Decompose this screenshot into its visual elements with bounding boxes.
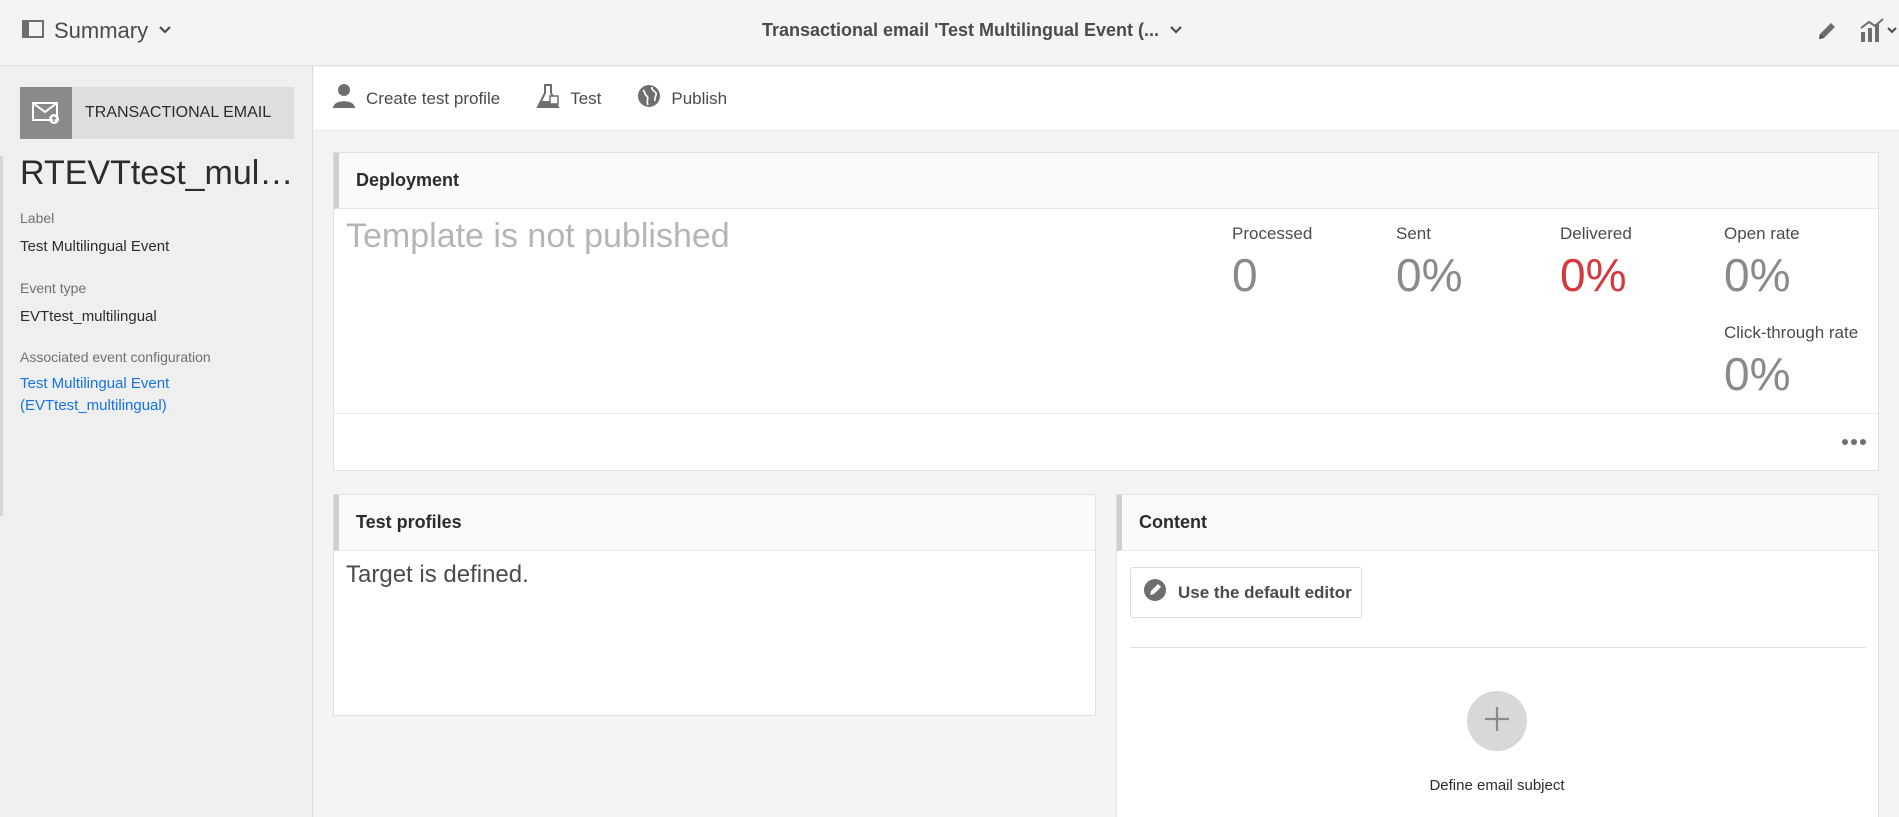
test-profiles-header: Test profiles [334, 495, 1095, 551]
metric-open-rate: Open rate 0% [1724, 224, 1800, 302]
metric-sent-value: 0% [1396, 249, 1463, 301]
plus-icon [1483, 705, 1511, 738]
deployment-title: Deployment [356, 170, 460, 190]
label-value: Test Multilingual Event [20, 238, 170, 255]
metric-open-rate-value: 0% [1724, 249, 1791, 301]
metric-processed: Processed 0 [1232, 224, 1312, 302]
record-name: RTEVTtest_multilingual [20, 154, 295, 192]
test-profiles-body: Target is defined. [346, 561, 529, 588]
transactional-email-icon [20, 87, 72, 139]
metric-delivered-label: Delivered [1560, 224, 1632, 243]
test-profiles-card: Test profiles Target is defined. [333, 494, 1096, 716]
metric-open-rate-label: Open rate [1724, 224, 1800, 243]
type-label: TRANSACTIONAL EMAIL [85, 104, 272, 121]
pencil-icon[interactable] [1815, 19, 1839, 43]
pencil-circle-icon [1143, 578, 1167, 607]
chevron-down-icon [158, 22, 172, 40]
report-chart-icon[interactable] [1859, 18, 1899, 44]
deployment-status: Template is not published [346, 217, 730, 255]
assoc-config-key: Associated event configuration [20, 349, 211, 365]
summary-label: Summary [54, 18, 149, 43]
flask-icon [536, 83, 560, 114]
define-email-subject-link[interactable]: Define email subject [1397, 777, 1597, 794]
deployment-divider [334, 413, 1878, 414]
publish-label: Publish [671, 88, 728, 108]
assoc-config-link[interactable]: Test Multilingual Event (EVTtest_multili… [20, 373, 211, 417]
label-key: Label [20, 210, 55, 226]
metric-click-through-rate: Click-through rate 0% [1724, 323, 1858, 401]
summary-dropdown[interactable]: Summary [22, 18, 172, 44]
use-default-editor-button[interactable]: Use the default editor [1130, 567, 1362, 618]
content-title: Content [1139, 512, 1207, 532]
type-badge: TRANSACTIONAL EMAIL [20, 87, 294, 139]
sidebar-toggle-icon [22, 19, 44, 43]
assoc-config-link-line1: Test Multilingual Event [20, 375, 170, 392]
metric-sent: Sent 0% [1396, 224, 1462, 302]
content-card: Content Use the default editor Define em… [1116, 494, 1879, 817]
chevron-down-icon [1169, 22, 1183, 40]
metric-processed-label: Processed [1232, 224, 1313, 243]
publish-button[interactable]: Publish [637, 84, 727, 113]
create-test-profile-button[interactable]: Create test profile [332, 83, 500, 114]
content-divider [1130, 647, 1866, 648]
top-bar: Summary Transactional email 'Test Multil… [0, 0, 1899, 66]
use-default-editor-label: Use the default editor [1178, 582, 1352, 602]
create-test-profile-label: Create test profile [366, 88, 501, 108]
content-header: Content [1117, 495, 1878, 551]
test-profiles-title: Test profiles [356, 512, 462, 532]
action-bar: Create test profile Test Publish [314, 67, 1899, 131]
metric-delivered: Delivered 0% [1560, 224, 1632, 302]
event-type-field: Event type EVTtest_multilingual [20, 280, 157, 325]
globe-icon [637, 84, 661, 113]
deployment-header: Deployment [334, 153, 1878, 209]
event-type-key: Event type [20, 280, 87, 296]
assoc-config-link-line2: (EVTtest_multilingual) [20, 397, 167, 414]
metric-processed-value: 0 [1232, 249, 1258, 301]
event-type-value: EVTtest_multilingual [20, 308, 157, 325]
test-label: Test [570, 88, 602, 108]
top-right-tools [1815, 18, 1899, 44]
metric-ctr-label: Click-through rate [1724, 323, 1859, 342]
metric-ctr-value: 0% [1724, 348, 1791, 400]
sidebar-edge [0, 156, 3, 516]
page-title-dropdown[interactable]: Transactional email 'Test Multilingual E… [762, 20, 1183, 41]
metric-sent-label: Sent [1396, 224, 1431, 243]
summary-sidebar: TRANSACTIONAL EMAIL RTEVTtest_multilingu… [0, 66, 313, 817]
add-subject-button[interactable] [1467, 691, 1527, 751]
page-title: Transactional email 'Test Multilingual E… [762, 20, 1160, 40]
metric-delivered-value: 0% [1560, 249, 1627, 301]
label-field: Label Test Multilingual Event [20, 210, 169, 255]
deployment-card: Deployment Template is not published Pro… [333, 152, 1879, 471]
more-options-icon[interactable] [1842, 439, 1866, 445]
test-button[interactable]: Test [536, 83, 601, 114]
person-icon [332, 83, 356, 114]
assoc-config-field: Associated event configuration Test Mult… [20, 349, 211, 417]
